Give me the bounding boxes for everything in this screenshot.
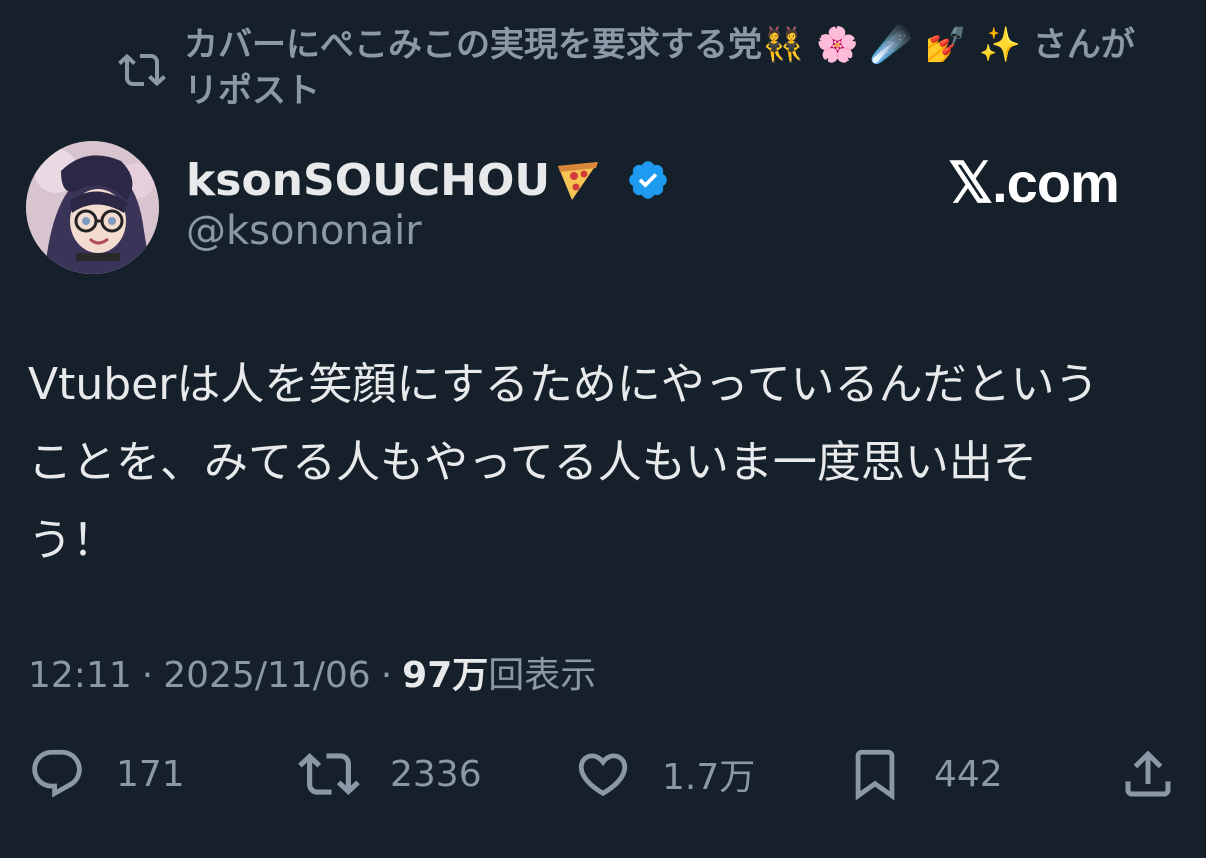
share-button[interactable]: [1118, 738, 1178, 810]
tweet-meta: 12:11 · 2025/11/06 · 97万 回表示: [28, 646, 596, 698]
tweet-text: Vtuberは人を笑顔にするためにやっているんだという ことを、みてる人もやって…: [28, 359, 1099, 566]
repost-count: 2336: [390, 753, 482, 795]
reply-icon: [32, 749, 82, 798]
separator: ·: [141, 655, 154, 696]
tweet-time[interactable]: 12:11: [28, 655, 132, 696]
bookmark-count: 442: [934, 753, 1003, 795]
like-button[interactable]: 1.7万: [574, 738, 755, 810]
pizza-icon: [558, 162, 599, 200]
verified-badge-icon: [629, 161, 667, 199]
repost-header: カバーにぺこみこの実現を要求する党👯 🌸 ☄️ 💅 ✨ さんがリポスト: [118, 22, 1178, 114]
heart-icon: [578, 753, 628, 797]
repost-icon: [118, 53, 166, 87]
separator: ·: [380, 655, 393, 696]
bookmark-button[interactable]: 442: [846, 738, 1003, 810]
x-com-watermark: 𝕏.com: [948, 151, 1120, 214]
tweet-date[interactable]: 2025/11/06: [163, 655, 371, 696]
share-icon: [1125, 750, 1171, 797]
reply-button[interactable]: 171: [28, 738, 185, 810]
display-name[interactable]: ksonSOUCHOU: [186, 155, 550, 206]
like-count: 1.7万: [662, 757, 756, 798]
bookmark-icon: [855, 749, 895, 801]
repost-button[interactable]: 2336: [298, 738, 482, 810]
reply-count: 171: [116, 753, 185, 795]
author-name-row[interactable]: ksonSOUCHOU: [186, 150, 670, 210]
views-label: 回表示: [488, 655, 597, 696]
repost-icon: [298, 753, 360, 795]
user-handle[interactable]: @ksononair: [186, 208, 422, 254]
avatar-image: [26, 141, 159, 274]
avatar[interactable]: [26, 141, 159, 274]
views-count: 97万: [402, 655, 489, 696]
repost-label[interactable]: カバーにぺこみこの実現を要求する党👯 🌸 ☄️ 💅 ✨ さんがリポスト: [184, 22, 1164, 114]
action-bar: 171 2336 1.7万 442: [0, 738, 1206, 810]
